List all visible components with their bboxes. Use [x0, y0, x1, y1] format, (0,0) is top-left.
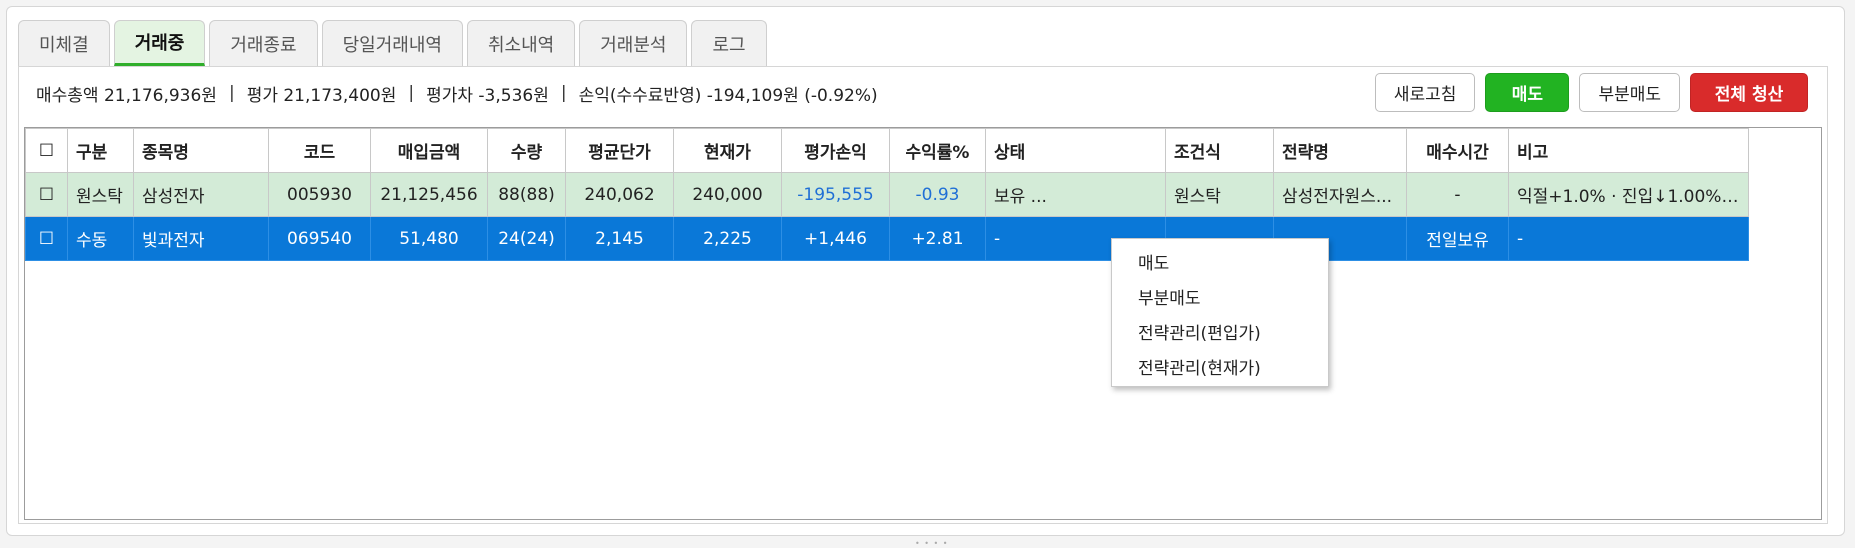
tab-bar: 미체결 거래중 거래종료 당일거래내역 취소내역 거래분석 로그 [18, 20, 771, 66]
header-buy-time[interactable]: 매수시간 [1406, 128, 1509, 173]
header-return-pct[interactable]: 수익률% [889, 128, 986, 173]
header-avg-price[interactable]: 평균단가 [565, 128, 674, 173]
cell-buy-time: - [1406, 172, 1509, 217]
positions-grid: ☐ 구분 종목명 코드 매입금액 수량 평균단가 현재가 평가손익 수익률% 상… [24, 127, 1822, 520]
cell-eval-pnl: +1,446 [781, 216, 890, 261]
table-row[interactable]: ☐ 원스탁 삼성전자 005930 21,125,456 88(88) 240,… [25, 172, 1749, 217]
table-row-selected[interactable]: ☐ 수동 빛과전자 069540 51,480 24(24) 2,145 2,2… [25, 216, 1749, 261]
header-stock-name[interactable]: 종목명 [133, 128, 269, 173]
cell-condition: 원스탁 [1165, 172, 1274, 217]
cell-buy-amount: 51,480 [370, 216, 488, 261]
tab-unfilled[interactable]: 미체결 [18, 20, 110, 66]
pnl-text: 손익(수수료반영) -194,109원 (-0.92%) [578, 85, 878, 106]
tab-today-history[interactable]: 당일거래내역 [321, 20, 463, 66]
cell-avg-price: 240,062 [565, 172, 674, 217]
liquidate-all-button[interactable]: 전체 청산 [1690, 73, 1808, 112]
tab-log[interactable]: 로그 [691, 20, 767, 66]
valuation-diff-text: 평가차 -3,536원 [426, 85, 549, 106]
cell-note: - [1508, 216, 1749, 261]
table-header-row: ☐ 구분 종목명 코드 매입금액 수량 평균단가 현재가 평가손익 수익률% 상… [25, 128, 1749, 173]
header-type[interactable]: 구분 [67, 128, 134, 173]
separator: | [408, 83, 415, 103]
separator: | [560, 83, 567, 103]
tab-closed[interactable]: 거래종료 [209, 20, 318, 66]
header-condition[interactable]: 조건식 [1165, 128, 1274, 173]
action-buttons: 새로고침 매도 부분매도 전체 청산 [1374, 73, 1808, 112]
tab-trading[interactable]: 거래중 [113, 20, 206, 66]
context-menu-item-sell[interactable]: 매도 [1112, 244, 1328, 279]
resize-grip-icon[interactable]: • • • • [915, 539, 949, 548]
cell-stock-name: 빛과전자 [133, 216, 269, 261]
cell-qty: 88(88) [487, 172, 566, 217]
header-buy-amount[interactable]: 매입금액 [370, 128, 488, 173]
header-code[interactable]: 코드 [268, 128, 371, 173]
cell-strategy: 삼성전자원스... [1273, 172, 1407, 217]
header-qty[interactable]: 수량 [487, 128, 566, 173]
summary-bar: 매수총액 21,176,936원 | 평가 21,173,400원 | 평가차 … [36, 80, 878, 106]
cell-stock-name: 삼성전자 [133, 172, 269, 217]
valuation-text: 평가 21,173,400원 [246, 85, 397, 106]
tab-analysis[interactable]: 거래분석 [579, 20, 688, 66]
refresh-button[interactable]: 새로고침 [1374, 73, 1476, 112]
cell-return-pct: -0.93 [889, 172, 986, 217]
cell-avg-price: 2,145 [565, 216, 674, 261]
cell-buy-time: 전일보유 [1406, 216, 1509, 261]
cell-code: 069540 [268, 216, 371, 261]
header-status[interactable]: 상태 [985, 128, 1166, 173]
cell-eval-pnl: -195,555 [781, 172, 890, 217]
header-eval-pnl[interactable]: 평가손익 [781, 128, 890, 173]
cell-current-price: 2,225 [673, 216, 782, 261]
positions-table: ☐ 구분 종목명 코드 매입금액 수량 평균단가 현재가 평가손익 수익률% 상… [25, 128, 1749, 261]
partial-sell-button[interactable]: 부분매도 [1579, 73, 1680, 112]
buy-total-text: 매수총액 21,176,936원 [36, 85, 217, 106]
cell-type: 원스탁 [67, 172, 134, 217]
cell-type: 수동 [67, 216, 134, 261]
sell-button[interactable]: 매도 [1485, 73, 1570, 112]
cell-code: 005930 [268, 172, 371, 217]
separator: | [228, 83, 235, 103]
context-menu-item-strategy-current-price[interactable]: 전략관리(현재가) [1112, 349, 1328, 384]
cell-status: 보유 ... [985, 172, 1166, 217]
context-menu-item-partial-sell[interactable]: 부분매도 [1112, 279, 1328, 314]
context-menu-item-strategy-entry-price[interactable]: 전략관리(편입가) [1112, 314, 1328, 349]
cell-qty: 24(24) [487, 216, 566, 261]
cell-return-pct: +2.81 [889, 216, 986, 261]
cell-note: 익절+1.0% · 진입↓1.00% ·... [1508, 172, 1749, 217]
header-select-all-checkbox[interactable]: ☐ [25, 128, 68, 173]
row-checkbox[interactable]: ☐ [25, 216, 68, 261]
cell-current-price: 240,000 [673, 172, 782, 217]
header-note[interactable]: 비고 [1508, 128, 1749, 173]
cell-buy-amount: 21,125,456 [370, 172, 488, 217]
context-menu: 매도 부분매도 전략관리(편입가) 전략관리(현재가) [1111, 238, 1329, 387]
header-current-price[interactable]: 현재가 [673, 128, 782, 173]
tab-cancelled[interactable]: 취소내역 [466, 20, 576, 66]
row-checkbox[interactable]: ☐ [25, 172, 68, 217]
header-strategy[interactable]: 전략명 [1273, 128, 1407, 173]
